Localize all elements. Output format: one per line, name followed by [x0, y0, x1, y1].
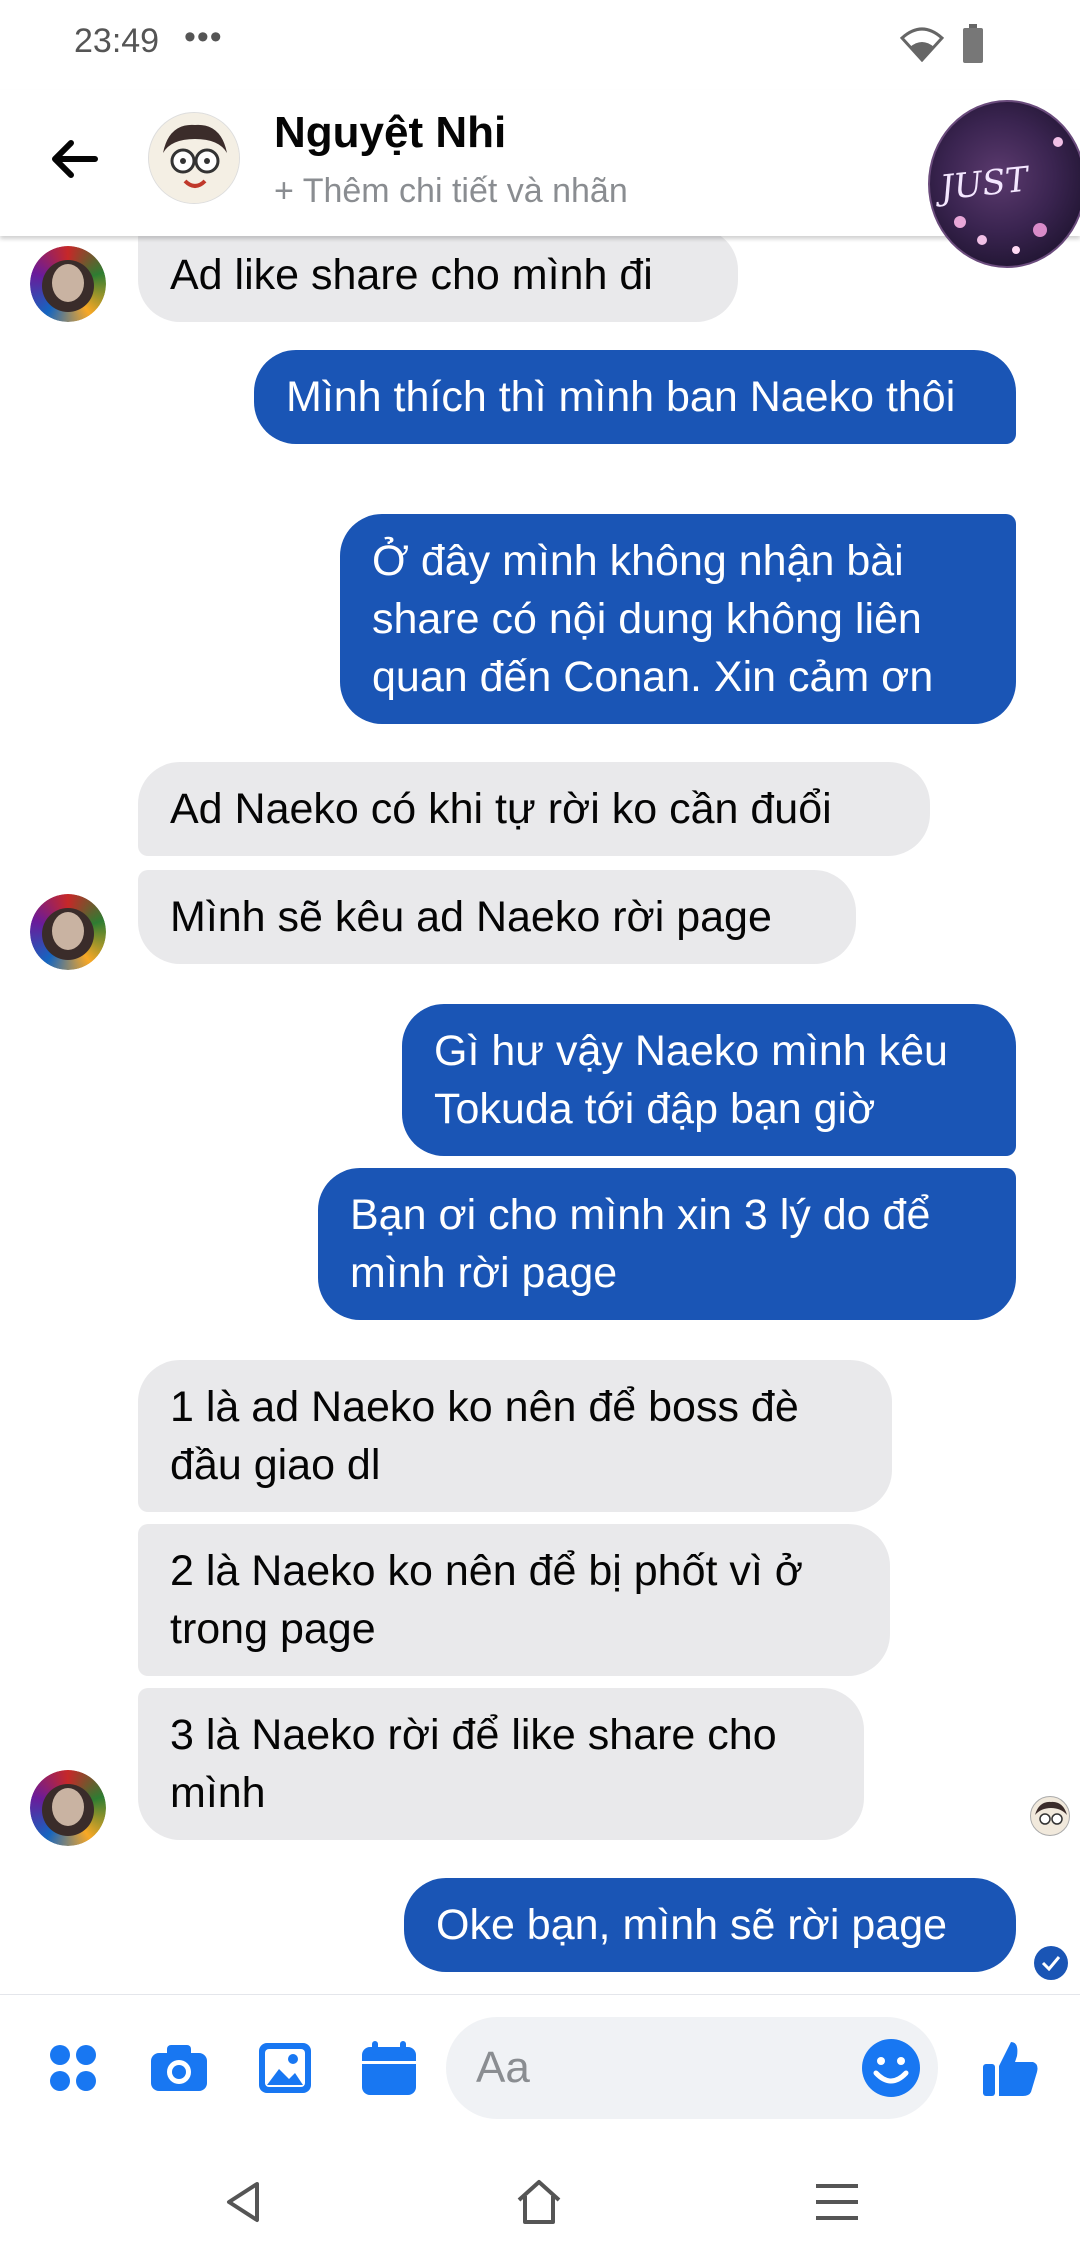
message-input-container[interactable]: [446, 2017, 938, 2119]
wifi-icon: [900, 27, 944, 62]
back-triangle-icon: [227, 2182, 259, 2222]
conversation-header: Nguyệt Nhi + Thêm chi tiết và nhãn: [0, 90, 1080, 236]
like-button[interactable]: [976, 2033, 1046, 2103]
nav-home-button[interactable]: [504, 2172, 574, 2232]
delivered-check-icon: [1034, 1946, 1068, 1980]
seen-indicator-avatar: [1030, 1796, 1070, 1836]
camera-icon: [151, 2045, 207, 2091]
message-composer: [0, 1994, 1080, 2144]
message-bubble[interactable]: Oke bạn, mình sẽ rời page: [404, 1878, 1016, 1972]
message-list[interactable]: Ad like share cho mình đi Mình thích thì…: [0, 236, 1080, 1994]
message-bubble[interactable]: Gì hư vậy Naeko mình kêu Tokuda tới đập …: [402, 1004, 1016, 1156]
system-navigation-bar: [0, 2144, 1080, 2260]
like-thumb-icon: [983, 2042, 1038, 2096]
menu-grid-icon: [50, 2045, 96, 2091]
image-icon: [259, 2043, 311, 2093]
status-bar: 23:49 •••: [0, 0, 1080, 90]
emoji-icon[interactable]: [860, 2037, 922, 2099]
message-input[interactable]: [476, 2035, 816, 2101]
status-time: 23:49: [74, 22, 160, 60]
more-actions-button[interactable]: [38, 2033, 108, 2103]
message-bubble[interactable]: Bạn ơi cho mình xin 3 lý do để mình rời …: [318, 1168, 1016, 1320]
seen-avatar-face-icon: [1035, 1801, 1067, 1825]
home-icon: [517, 2180, 561, 2224]
status-icons: [900, 24, 984, 64]
message-bubble[interactable]: Mình sẽ kêu ad Naeko rời page: [138, 870, 856, 964]
chat-head-bubble[interactable]: JUST: [928, 100, 1080, 268]
calendar-icon: [362, 2041, 416, 2095]
message-bubble[interactable]: 3 là Naeko rời để like share cho mình: [138, 1688, 864, 1840]
message-bubble[interactable]: Ad like share cho mình đi: [138, 236, 738, 322]
message-bubble[interactable]: Ad Naeko có khi tự rời ko cần đuổi: [138, 762, 930, 856]
message-bubble[interactable]: Ở đây mình không nhận bài share có nội d…: [340, 514, 1016, 724]
back-button[interactable]: [42, 126, 108, 192]
camera-button[interactable]: [144, 2033, 214, 2103]
schedule-button[interactable]: [354, 2033, 424, 2103]
avatar-face-icon: [149, 113, 239, 203]
sender-avatar[interactable]: [30, 894, 106, 970]
contact-avatar[interactable]: [148, 112, 240, 204]
add-details-link[interactable]: + Thêm chi tiết và nhãn: [274, 172, 628, 211]
menu-lines-icon: [816, 2184, 858, 2220]
notification-dots: •••: [184, 18, 223, 56]
message-bubble[interactable]: 2 là Naeko ko nên để bị phốt vì ở trong …: [138, 1524, 890, 1676]
nav-menu-button[interactable]: [802, 2172, 872, 2232]
battery-icon: [963, 24, 983, 63]
sender-avatar[interactable]: [30, 1770, 106, 1846]
back-arrow-icon: [52, 140, 98, 178]
message-bubble[interactable]: Mình thích thì mình ban Naeko thôi: [254, 350, 1016, 444]
message-bubble[interactable]: 1 là ad Naeko ko nên để boss đè đầu giao…: [138, 1360, 892, 1512]
sender-avatar[interactable]: [30, 246, 106, 322]
nav-back-button[interactable]: [208, 2172, 278, 2232]
gallery-button[interactable]: [250, 2033, 320, 2103]
contact-name[interactable]: Nguyệt Nhi: [274, 108, 506, 158]
